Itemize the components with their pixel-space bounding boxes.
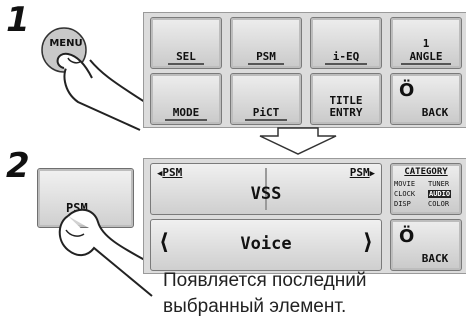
psm-key[interactable]: PSM [230, 17, 302, 69]
pict-key[interactable]: PiCT [230, 73, 302, 125]
category-tuner: TUNER [428, 180, 450, 188]
psm-setting-display: ◀PSM PSM▶ VSS [150, 163, 382, 215]
psm-prev-text: PSM [162, 166, 183, 179]
psm-next-text: PSM [349, 166, 370, 179]
title-entry-line2: ENTRY [329, 106, 363, 119]
setting-name: VSS [250, 184, 282, 204]
angle-key-label: ANGLE [401, 50, 451, 65]
psm-panel: ◀PSM PSM▶ VSS CATEGORY MOVIE TUNER CLOCK… [143, 158, 466, 274]
pict-key-label: PiCT [244, 106, 287, 121]
i-eq-key-label: i-EQ [324, 50, 367, 65]
step-number-2: 2 [6, 146, 30, 186]
back-icon: Ö [399, 80, 415, 101]
category-audio-selected: AUDIO [428, 190, 452, 198]
menu-button[interactable] [42, 28, 86, 72]
down-arrow-icon [259, 127, 337, 155]
i-eq-key[interactable]: i-EQ [310, 17, 382, 69]
rotate-right-icon: ⟩ [362, 230, 373, 255]
finger-press-illustration-2 [58, 208, 157, 297]
back-key-label: BACK [421, 106, 449, 119]
right-triangle-icon: ▶ [369, 169, 375, 179]
psm-next-arrow-label[interactable]: PSM▶ [350, 166, 375, 179]
sel-key-label: SEL [168, 50, 204, 65]
psm-prev-arrow-label[interactable]: ◀PSM [157, 166, 182, 179]
mode-key[interactable]: MODE [150, 73, 222, 125]
category-color: COLOR [428, 200, 450, 208]
back-key-2[interactable]: Ö BACK [390, 219, 462, 271]
setting-value: Voice [240, 234, 292, 254]
angle-number: 1 [422, 37, 430, 50]
sel-key[interactable]: SEL [150, 17, 222, 69]
caption-line-2: выбранный элемент. [163, 296, 347, 317]
psm-value-display[interactable]: ⟨ Voice ⟩ [150, 219, 382, 271]
category-disp: DISP [394, 200, 411, 208]
mode-key-label: MODE [164, 106, 207, 121]
title-entry-key[interactable]: TITLE ENTRY [310, 73, 382, 125]
back-key-2-label: BACK [421, 252, 449, 265]
caption: Появляется последний выбранный элемент. [163, 268, 463, 320]
angle-key[interactable]: 1 ANGLE [390, 17, 462, 69]
category-key[interactable]: CATEGORY MOVIE TUNER CLOCK AUDIO DISP CO… [390, 163, 462, 215]
psm-key-label: PSM [248, 50, 284, 65]
caption-line-1: Появляется последний [163, 270, 367, 291]
category-title: CATEGORY [404, 167, 448, 177]
back-icon-2: Ö [399, 226, 415, 247]
step-number-1: 1 [6, 0, 30, 40]
back-key[interactable]: Ö BACK [390, 73, 462, 125]
category-clock: CLOCK [394, 190, 416, 198]
menu-panel: SEL PSM i-EQ 1 ANGLE MODE PiCT TITLE ENT… [143, 12, 466, 128]
title-entry-line1: TITLE [329, 94, 363, 107]
category-movie: MOVIE [394, 180, 416, 188]
